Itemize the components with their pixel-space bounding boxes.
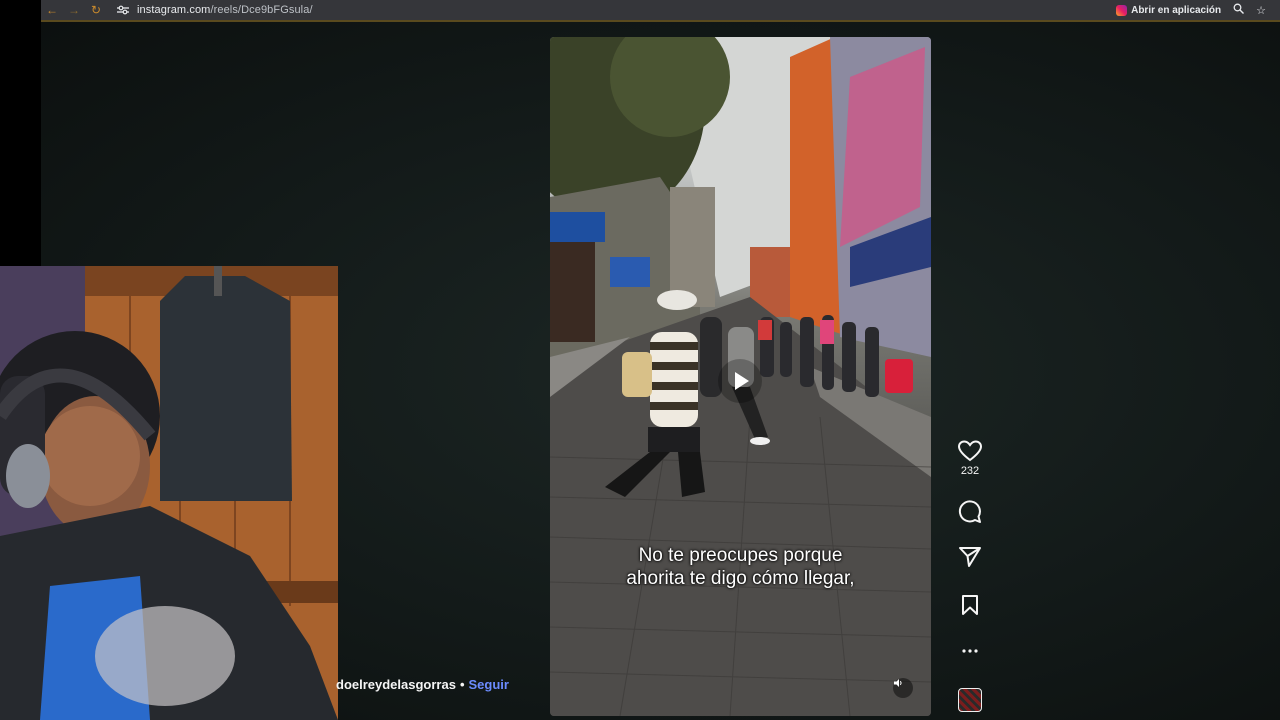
caption-line-2: ahorita te digo cómo llegar, <box>626 568 855 589</box>
save-button[interactable] <box>950 594 990 616</box>
reel-video[interactable]: No te preocupes porque ahorita te digo c… <box>550 37 931 716</box>
author-username[interactable]: doelreydelasgorras <box>336 677 456 692</box>
play-button[interactable] <box>718 359 762 403</box>
reload-icon: ↻ <box>90 3 102 17</box>
arrow-right-icon: → <box>68 3 80 17</box>
open-in-app-label: Abrir en aplicación <box>1131 4 1222 16</box>
audio-toggle-button[interactable] <box>893 678 913 698</box>
like-count: 232 <box>960 465 980 477</box>
follow-button[interactable]: Seguir <box>469 677 509 692</box>
author-separator: • <box>459 677 465 692</box>
more-icon <box>962 649 978 653</box>
zoom-button[interactable] <box>1233 3 1245 17</box>
instagram-icon <box>1116 4 1128 16</box>
play-icon <box>735 372 749 390</box>
address-bar[interactable]: instagram.com/reels/Dce9bFGsula/ <box>137 4 313 16</box>
like-button[interactable]: 232 <box>950 440 990 477</box>
back-button[interactable]: ← <box>41 0 63 20</box>
url-path: /reels/Dce9bFGsula/ <box>210 4 313 16</box>
caption-line-1: No te preocupes porque <box>638 545 843 566</box>
bookmark-star-button[interactable]: ☆ <box>1256 4 1266 17</box>
send-icon <box>959 547 981 567</box>
reel-author: doelreydelasgorras • Seguir <box>336 677 509 692</box>
audio-thumbnail <box>958 688 982 712</box>
bookmark-icon <box>962 595 978 615</box>
star-icon: ☆ <box>1256 4 1266 17</box>
heart-icon <box>958 440 982 462</box>
comment-icon <box>958 500 981 523</box>
share-button[interactable] <box>950 546 990 568</box>
more-options-button[interactable] <box>950 640 990 662</box>
open-in-app-button[interactable]: Abrir en aplicación <box>1116 4 1222 16</box>
reel-caption: No te preocupes porque ahorita te digo c… <box>550 544 931 590</box>
browser-toolbar: ← → ↻ instagram.com/reels/Dce9bFGsula/ A… <box>41 0 1280 22</box>
site-settings-button[interactable] <box>115 2 131 18</box>
toolbar-right: Abrir en aplicación ☆ <box>1116 0 1266 20</box>
arrow-left-icon: ← <box>46 3 58 17</box>
magnifier-icon <box>1233 3 1245 14</box>
url-host: instagram.com <box>137 4 211 16</box>
webcam-overlay <box>0 266 338 720</box>
audio-track-button[interactable] <box>950 688 990 712</box>
speaker-icon <box>894 679 902 687</box>
webcam-feed <box>0 266 338 720</box>
comment-button[interactable] <box>950 500 990 524</box>
reload-button[interactable]: ↻ <box>85 0 107 20</box>
forward-button[interactable]: → <box>63 0 85 20</box>
tune-icon <box>117 5 129 15</box>
